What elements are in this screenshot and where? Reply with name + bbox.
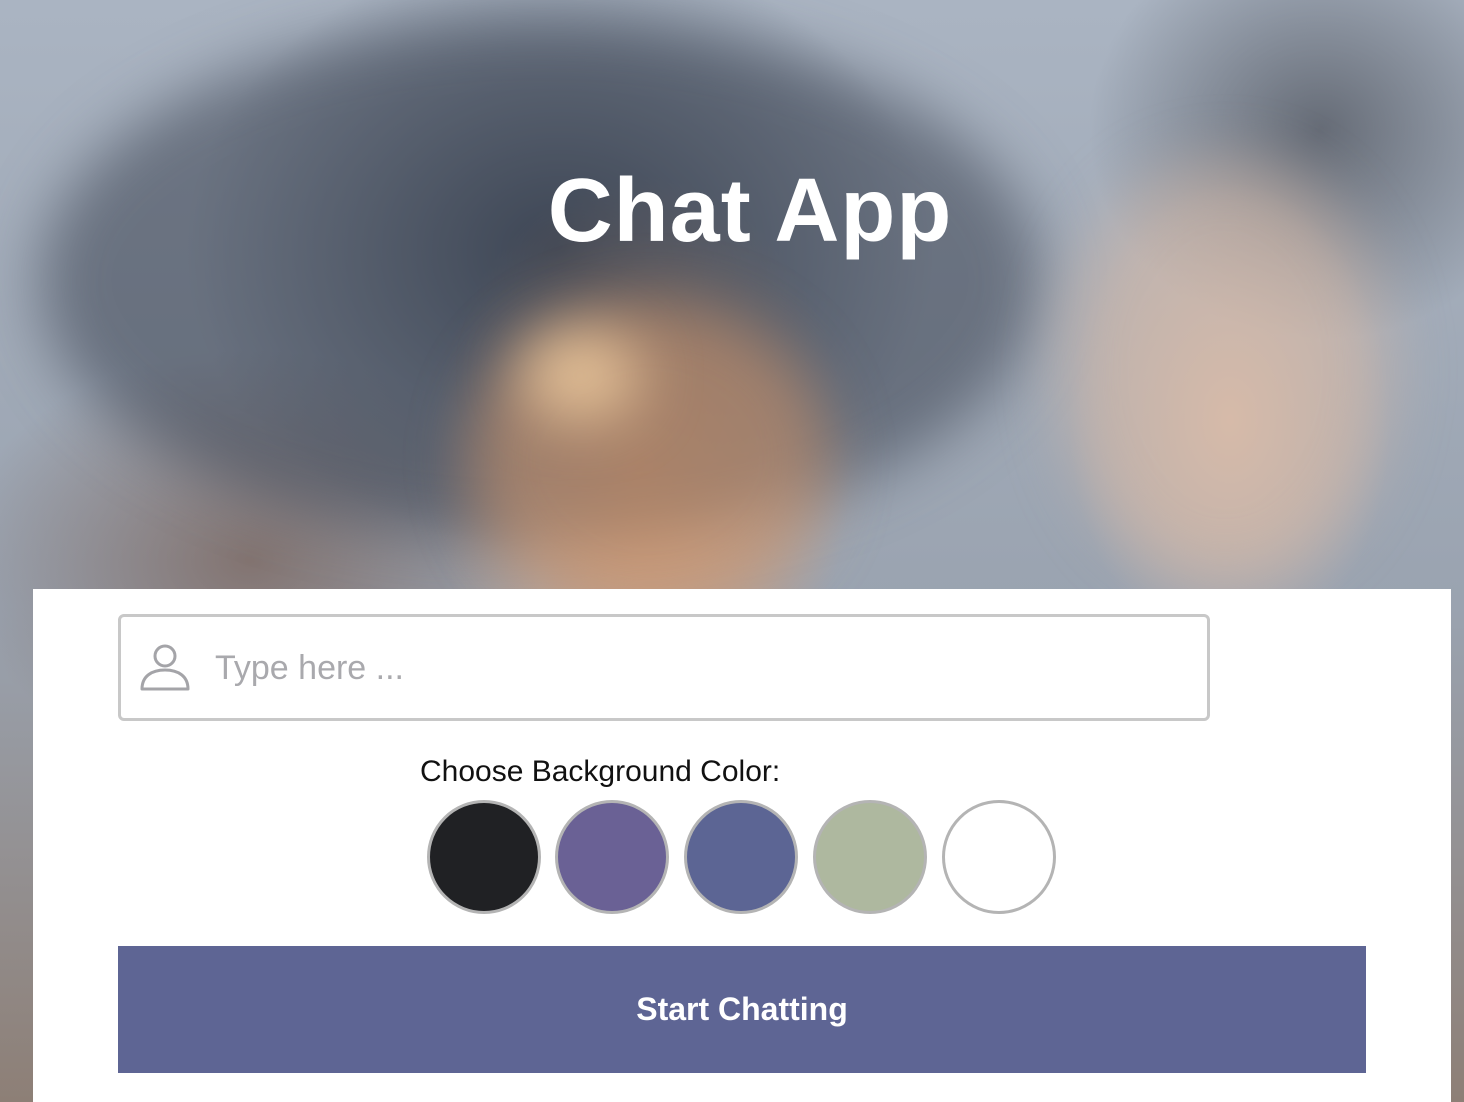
- background-shape: [470, 300, 830, 620]
- color-swatch-black[interactable]: [427, 800, 541, 914]
- color-swatch-sage-green[interactable]: [813, 800, 927, 914]
- background-shape: [520, 330, 640, 420]
- name-input[interactable]: [213, 617, 1197, 719]
- start-panel: Choose Background Color: Start Chatting: [33, 589, 1451, 1102]
- color-swatch-white[interactable]: [942, 800, 1056, 914]
- color-swatch-purple[interactable]: [555, 800, 669, 914]
- name-input-wrapper[interactable]: [118, 614, 1210, 721]
- color-chooser-label: Choose Background Color:: [420, 755, 781, 788]
- start-chatting-button[interactable]: Start Chatting: [118, 946, 1366, 1073]
- color-swatch-blue-gray[interactable]: [684, 800, 798, 914]
- person-icon: [140, 644, 190, 691]
- app-title: Chat App: [547, 161, 953, 261]
